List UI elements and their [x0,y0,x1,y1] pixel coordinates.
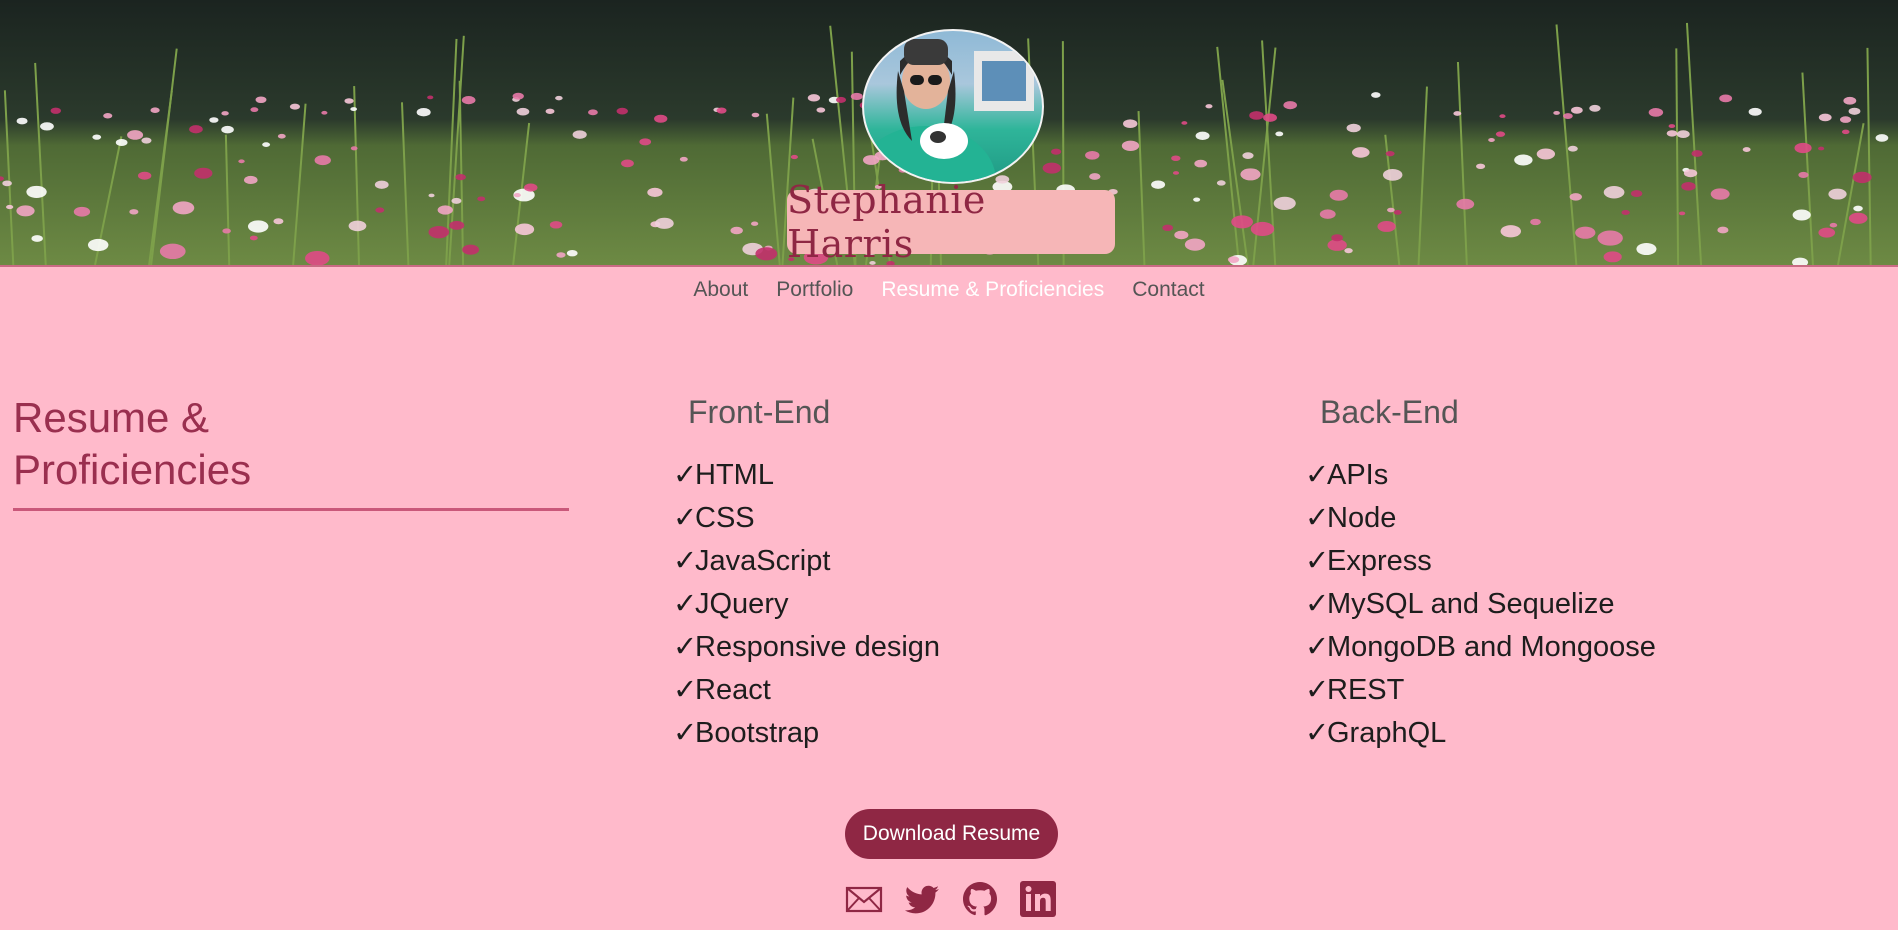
skill-item: ✓MongoDB and Mongoose [1305,626,1656,669]
back-end-heading: Back-End [1320,394,1459,430]
skill-label: Bootstrap [695,717,820,749]
skill-item: ✓JavaScript [673,540,940,583]
skill-label: REST [1327,674,1405,706]
main-nav: About Portfolio Resume & Proficiencies C… [0,278,1898,302]
skill-item: ✓Node [1305,497,1656,540]
skill-label: Responsive design [695,631,941,663]
github-icon[interactable] [961,880,999,918]
check-icon: ✓ [673,631,698,663]
skill-label: HTML [695,459,774,491]
nav-link-contact[interactable]: Contact [1132,278,1204,302]
download-resume-button[interactable]: Download Resume [845,809,1058,859]
section-divider [13,508,569,511]
skill-label: MySQL and Sequelize [1327,588,1615,620]
skill-item: ✓CSS [673,497,940,540]
skill-item: ✓GraphQL [1305,712,1656,755]
skill-label: APIs [1327,459,1389,491]
skill-label: CSS [695,502,755,534]
front-end-heading: Front-End [688,394,831,430]
skill-label: React [695,674,771,706]
skill-label: GraphQL [1327,717,1447,749]
nav-link-resume[interactable]: Resume & Proficiencies [881,278,1104,302]
check-icon: ✓ [673,545,698,577]
header-banner: Stephanie Harris [0,0,1898,267]
skill-item: ✓APIs [1305,454,1656,497]
back-end-list: ✓APIs ✓Node ✓Express ✓MySQL and Sequelize ✓M… [1305,454,1656,755]
check-icon: ✓ [1305,674,1330,706]
skill-item: ✓REST [1305,669,1656,712]
skill-label: MongoDB and Mongoose [1327,631,1656,663]
check-icon: ✓ [1305,717,1330,749]
skill-item: ✓Bootstrap [673,712,940,755]
skill-item: ✓React [673,669,940,712]
check-icon: ✓ [1305,545,1330,577]
skill-item: ✓HTML [673,454,940,497]
section-title: Resume & Proficiencies [13,394,252,493]
check-icon: ✓ [1305,588,1330,620]
skill-item: ✓JQuery [673,583,940,626]
check-icon: ✓ [673,502,698,534]
twitter-icon[interactable] [903,880,941,918]
linkedin-icon[interactable] [1019,880,1057,918]
nav-link-portfolio[interactable]: Portfolio [776,278,853,302]
skill-label: Express [1327,545,1432,577]
nav-link-about[interactable]: About [693,278,748,302]
name-plate: Stephanie Harris [787,178,1115,265]
email-icon[interactable] [845,880,883,918]
check-icon: ✓ [673,717,698,749]
check-icon: ✓ [673,459,698,491]
skill-label: JavaScript [695,545,831,577]
check-icon: ✓ [1305,502,1330,534]
social-links [845,880,1057,918]
skill-label: JQuery [695,588,789,620]
skill-item: ✓Responsive design [673,626,940,669]
check-icon: ✓ [673,674,698,706]
site-owner-name: Stephanie Harris [787,178,986,266]
skill-label: Node [1327,502,1397,534]
profile-photo [862,29,1044,184]
skill-item: ✓MySQL and Sequelize [1305,583,1656,626]
check-icon: ✓ [1305,459,1330,491]
front-end-list: ✓HTML ✓CSS ✓JavaScript ✓JQuery ✓Responsive d… [673,454,940,755]
check-icon: ✓ [1305,631,1330,663]
check-icon: ✓ [673,588,698,620]
skill-item: ✓Express [1305,540,1656,583]
